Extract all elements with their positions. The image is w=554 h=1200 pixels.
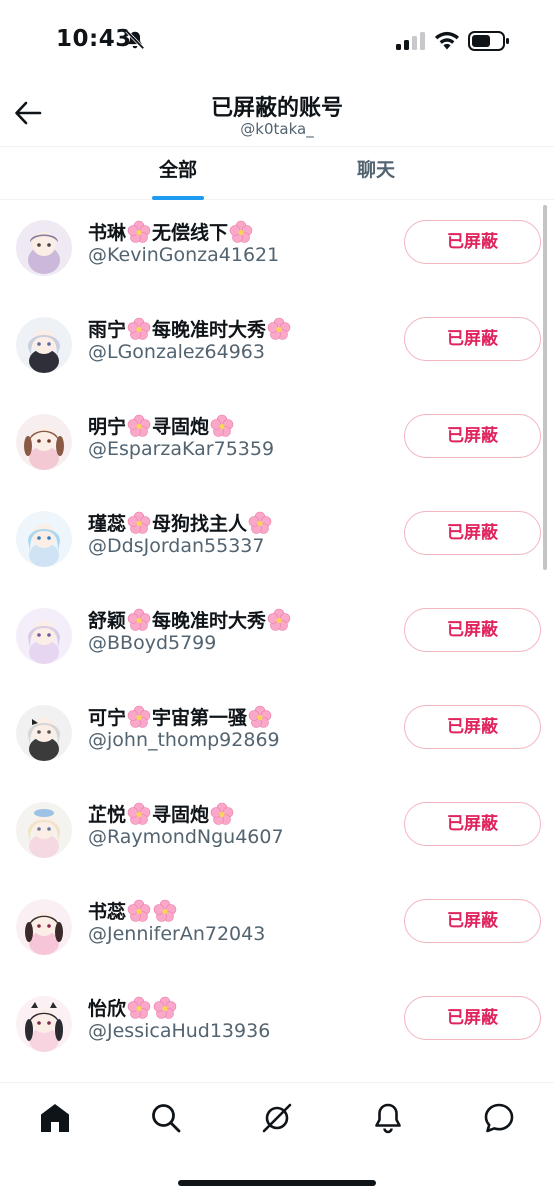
wifi-icon — [435, 31, 459, 50]
display-name: 舒颖 每晚准时大秀 — [88, 606, 292, 634]
display-name: 书琳 无偿线下 — [88, 218, 254, 246]
avatar[interactable] — [16, 899, 72, 955]
list-item[interactable]: 瑾蕊 母狗找主人 @DdsJordan55337 已屏蔽 — [0, 491, 554, 588]
cherry-blossom-icon — [229, 220, 253, 243]
cherry-blossom-icon — [248, 705, 272, 728]
blocked-button[interactable]: 已屏蔽 — [404, 705, 541, 749]
cherry-blossom-icon — [127, 705, 151, 728]
account-handle: @JessicaHud13936 — [88, 1020, 271, 1042]
cherry-blossom-icon — [127, 317, 151, 340]
search-icon[interactable] — [149, 1101, 183, 1135]
account-handle: @KevinGonza41621 — [88, 244, 280, 266]
home-indicator — [178, 1180, 376, 1186]
page-subtitle: @k0taka_ — [240, 120, 314, 138]
cherry-blossom-icon — [267, 608, 291, 631]
blocked-button[interactable]: 已屏蔽 — [404, 317, 541, 361]
blocked-button[interactable]: 已屏蔽 — [404, 996, 541, 1040]
cherry-blossom-icon — [153, 996, 177, 1019]
tab-all[interactable]: 全部 — [120, 147, 236, 200]
cellular-signal-icon — [396, 32, 425, 50]
tab-chat-label: 聊天 — [356, 159, 395, 181]
display-name: 芷悦 寻固炮 — [88, 800, 235, 828]
cherry-blossom-icon — [127, 996, 151, 1019]
avatar[interactable] — [16, 414, 72, 470]
list-item[interactable]: 书蕊 @JenniferAn72043 已屏蔽 — [0, 879, 554, 976]
cherry-blossom-icon — [127, 220, 151, 243]
cherry-blossom-icon — [127, 414, 151, 437]
bell-off-icon — [125, 30, 145, 50]
list-item[interactable]: 怡欣 @JessicaHud13936 已屏蔽 — [0, 976, 554, 1073]
account-handle: @LGonzalez64963 — [88, 341, 265, 363]
tab-chat[interactable]: 聊天 — [318, 147, 434, 200]
blocked-button[interactable]: 已屏蔽 — [404, 511, 541, 555]
blocked-button[interactable]: 已屏蔽 — [404, 802, 541, 846]
cherry-blossom-icon — [127, 802, 151, 825]
display-name: 瑾蕊 母狗找主人 — [88, 509, 273, 537]
tab-all-label: 全部 — [158, 159, 197, 181]
avatar[interactable] — [16, 802, 72, 858]
cherry-blossom-icon — [153, 899, 177, 922]
blocked-button[interactable]: 已屏蔽 — [404, 899, 541, 943]
cherry-blossom-icon — [127, 511, 151, 534]
blocked-button[interactable]: 已屏蔽 — [404, 608, 541, 652]
blocked-accounts-list: 书琳 无偿线下 @KevinGonza41621 已屏蔽 雨宁 每晚准时大秀 @LG… — [0, 200, 554, 1082]
avatar[interactable] — [16, 705, 72, 761]
list-item[interactable]: 书琳 无偿线下 @KevinGonza41621 已屏蔽 — [0, 200, 554, 297]
home-icon[interactable] — [38, 1101, 72, 1135]
avatar[interactable] — [16, 996, 72, 1052]
page-title: 已屏蔽的账号 — [210, 96, 343, 121]
list-item[interactable]: 可宁 宇宙第一骚 @john_thomp92869 已屏蔽 — [0, 685, 554, 782]
account-handle: @EsparzaKar75359 — [88, 438, 275, 460]
cherry-blossom-icon — [267, 317, 291, 340]
battery-icon — [468, 31, 509, 51]
cherry-blossom-icon — [127, 899, 151, 922]
avatar[interactable] — [16, 511, 72, 567]
status-time: 10:43 — [56, 26, 132, 52]
avatar[interactable] — [16, 220, 72, 276]
scrollbar[interactable] — [543, 205, 547, 570]
display-name: 可宁 宇宙第一骚 — [88, 703, 273, 731]
cherry-blossom-icon — [210, 802, 234, 825]
list-item[interactable]: 雨宁 每晚准时大秀 @LGonzalez64963 已屏蔽 — [0, 297, 554, 394]
cherry-blossom-icon — [248, 511, 272, 534]
account-handle: @RaymondNgu4607 — [88, 826, 284, 848]
list-item[interactable]: 舒颖 每晚准时大秀 @BBoyd5799 已屏蔽 — [0, 588, 554, 685]
account-handle: @JenniferAn72043 — [88, 923, 266, 945]
account-handle: @john_thomp92869 — [88, 729, 280, 751]
list-item[interactable]: 明宁 寻固炮 @EsparzaKar75359 已屏蔽 — [0, 394, 554, 491]
grok-icon[interactable] — [260, 1101, 294, 1135]
avatar[interactable] — [16, 317, 72, 373]
avatar[interactable] — [16, 608, 72, 664]
list-item[interactable]: 芷悦 寻固炮 @RaymondNgu4607 已屏蔽 — [0, 782, 554, 879]
cherry-blossom-icon — [127, 608, 151, 631]
display-name: 雨宁 每晚准时大秀 — [88, 315, 292, 343]
cherry-blossom-icon — [210, 414, 234, 437]
display-name: 怡欣 — [88, 994, 178, 1022]
account-handle: @DdsJordan55337 — [88, 535, 265, 557]
status-bar: 10:43 — [0, 0, 554, 80]
display-name: 明宁 寻固炮 — [88, 412, 235, 440]
account-handle: @BBoyd5799 — [88, 632, 217, 654]
header: 已屏蔽的账号 @k0taka_ — [0, 80, 554, 146]
blocked-button[interactable]: 已屏蔽 — [404, 414, 541, 458]
tab-bar: 全部 聊天 — [0, 146, 554, 200]
blocked-button[interactable]: 已屏蔽 — [404, 220, 541, 264]
bell-icon[interactable] — [371, 1101, 405, 1135]
display-name: 书蕊 — [88, 897, 178, 925]
messages-icon[interactable] — [482, 1101, 516, 1135]
